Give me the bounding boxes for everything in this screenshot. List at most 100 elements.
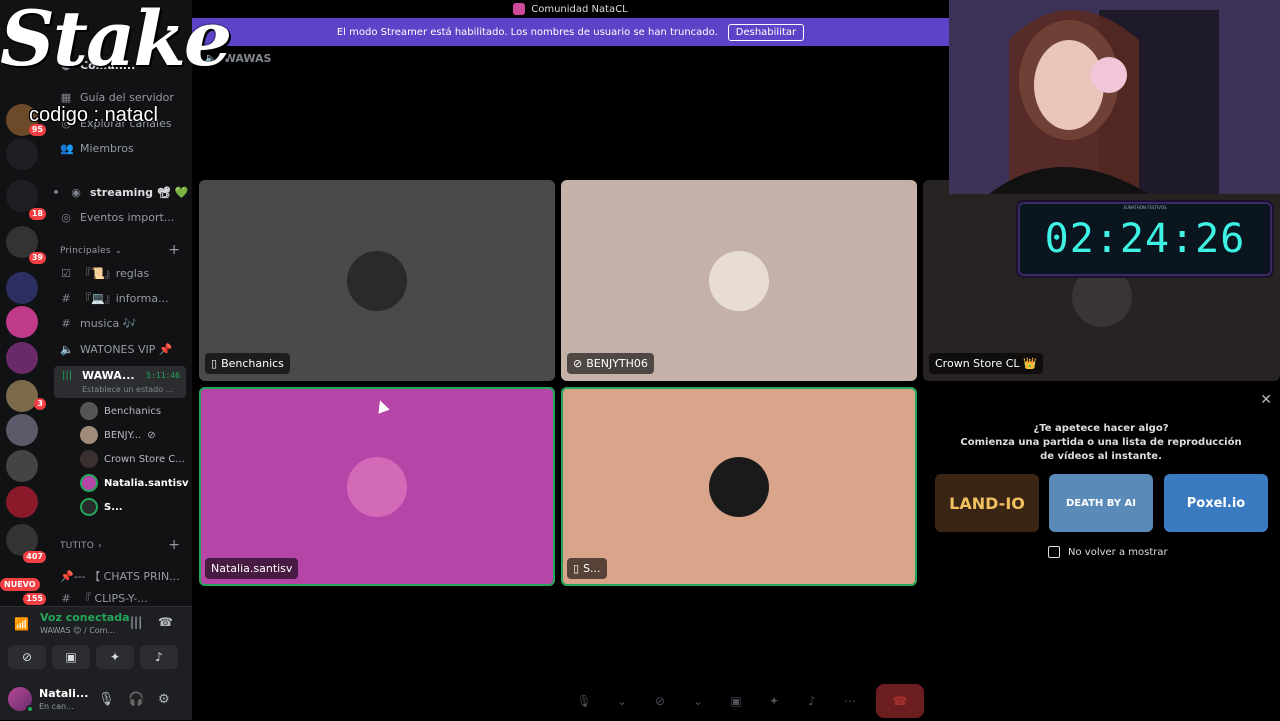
chevron-down-icon[interactable]: ⌄ <box>686 686 710 716</box>
game-card-poxelio[interactable]: Poxel.io <box>1164 474 1268 532</box>
screen-share-icon[interactable]: ▣ <box>724 686 748 716</box>
sponsor-logo: Stake <box>0 0 232 83</box>
new-badge: NUEVO <box>0 578 40 591</box>
phone-icon: ▯ <box>211 357 218 370</box>
category-tutito[interactable]: TUTITO › <box>60 541 102 551</box>
activities-icon: ✦ <box>109 650 121 664</box>
hash-icon: # <box>61 291 71 305</box>
camera-off-icon[interactable]: ⊘ <box>648 686 672 716</box>
server-icon[interactable] <box>6 306 38 338</box>
participant-tile[interactable]: ▯ Benchanics <box>199 180 555 381</box>
channel-sidebar: ● Comun... ▦ Guía del servidor ◎ Explorar c… <box>48 0 192 606</box>
add-channel-icon[interactable]: + <box>168 537 180 553</box>
voice-wave-icon: ||| <box>62 370 73 381</box>
disconnect-icon[interactable]: ☎ <box>158 615 173 629</box>
soundboard-button[interactable]: ♪ <box>140 645 178 669</box>
deafened-icon: ⊘ <box>147 429 156 441</box>
events-channel[interactable]: ◎ Eventos import... <box>60 207 174 227</box>
avatar <box>347 456 407 517</box>
microphone-icon[interactable]: 🎙 <box>572 686 596 716</box>
server-icon[interactable] <box>6 414 38 446</box>
user-bar: Natali... En can... 🎙 🎧 ⚙ <box>0 679 192 721</box>
channel-clips[interactable]: # 『 CLIPS-Y-... <box>60 588 147 606</box>
map-icon: ▦ <box>60 90 72 104</box>
avatar <box>709 250 769 311</box>
channel-watones-vip[interactable]: 🔈 WATONES VIP 📌 <box>60 339 173 359</box>
voice-connected-panel: 📶 Voz conectada WAWAS 😊 / Com... ||| ☎ ⊘… <box>0 606 192 720</box>
avatar <box>80 450 98 468</box>
online-status-icon <box>26 705 34 713</box>
voice-user[interactable]: Crown Store C... <box>80 449 185 469</box>
broadcast-icon: ◉ <box>71 185 81 199</box>
hash-icon: # <box>61 316 71 330</box>
screen-share-button[interactable]: ▣ <box>52 645 90 669</box>
channel-chats-principales[interactable]: 📌--- 【 CHATS PRIN... <box>60 566 180 586</box>
server-icon[interactable] <box>6 450 38 482</box>
headphones-icon[interactable]: 🎧 <box>128 692 144 707</box>
unread-badge: 39 <box>28 252 46 264</box>
game-card-landio[interactable]: LAND-IO <box>935 474 1039 532</box>
deafened-icon: ⊘ <box>573 357 583 370</box>
call-controls: 🎙 ⌄ ⊘ ⌄ ▣ ✦ ♪ ⋯ ☎ <box>572 684 924 718</box>
speaker-icon: 🔈 <box>60 342 74 356</box>
avatar <box>80 474 98 492</box>
checkbox-icon <box>1048 546 1060 558</box>
signal-icon[interactable]: 📶 <box>14 617 29 631</box>
app-logo-icon <box>513 3 526 15</box>
activities-button[interactable]: ✦ <box>96 645 134 669</box>
webcam-image <box>949 0 1280 194</box>
soundboard-icon[interactable]: ♪ <box>800 686 824 716</box>
close-icon[interactable]: ✕ <box>1260 392 1272 408</box>
soundboard-icon: ♪ <box>155 650 163 664</box>
camera-off-button[interactable]: ⊘ <box>8 645 46 669</box>
server-icon[interactable] <box>6 486 38 518</box>
avatar <box>80 402 98 420</box>
participant-tile[interactable]: ▯ S... <box>561 387 917 586</box>
phone-icon: ▯ <box>573 562 580 575</box>
folder-icon[interactable] <box>6 272 38 304</box>
camera-off-icon: ⊘ <box>21 650 33 664</box>
server-icon[interactable] <box>6 342 38 374</box>
channel-reglas[interactable]: ☑ 『📜』reglas <box>60 263 149 283</box>
server-icon[interactable] <box>6 380 38 412</box>
participant-tile[interactable]: Natalia.santisv <box>199 387 555 586</box>
voice-user[interactable]: Natalia.santisv <box>80 473 189 493</box>
chevron-down-icon[interactable]: ⌄ <box>610 686 634 716</box>
activity-suggestion-card: ✕ ¿Te apetece hacer algo? Comienza una p… <box>922 390 1280 570</box>
category-principales[interactable]: Principales ⌄ <box>60 246 123 256</box>
channel-musica[interactable]: # musica 🎶 <box>60 313 136 333</box>
unread-badge: 3 <box>34 398 46 410</box>
dont-show-again-checkbox[interactable]: No volver a mostrar <box>1048 546 1168 558</box>
game-card-death-by-ai[interactable]: DEATH BY AI <box>1049 474 1153 532</box>
streaming-channel[interactable]: • ◉ streaming 📽 💚 <box>50 182 188 202</box>
participant-label: Natalia.santisv <box>205 558 299 579</box>
server-icon[interactable] <box>6 138 38 170</box>
unread-badge: 18 <box>28 208 46 220</box>
participant-label: ⊘ BENJYTH06 <box>567 353 654 374</box>
hang-up-button[interactable]: ☎ <box>876 684 924 718</box>
window-title-bar: Comunidad NataCL <box>192 0 949 18</box>
noise-suppression-icon[interactable]: ||| <box>130 615 142 629</box>
activities-icon[interactable]: ✦ <box>762 686 786 716</box>
more-icon[interactable]: ⋯ <box>838 686 862 716</box>
add-channel-icon[interactable]: + <box>168 242 180 258</box>
promo-code-text: codigo : natacl <box>29 104 158 126</box>
avatar <box>347 250 407 311</box>
disable-streamer-mode-button[interactable]: Deshabilitar <box>727 23 805 41</box>
channel-informacion[interactable]: # 『💻』informa... <box>60 288 168 308</box>
participant-tile[interactable]: ⊘ BENJYTH06 <box>561 180 917 381</box>
settings-gear-icon[interactable]: ⚙ <box>158 692 170 707</box>
screen-share-icon: ▣ <box>65 650 77 664</box>
participant-label: Crown Store CL 👑 <box>929 353 1043 374</box>
voice-user[interactable]: S... <box>80 497 123 517</box>
microphone-icon[interactable]: 🎙 <box>98 692 115 707</box>
chevron-down-icon: ⌄ <box>114 246 123 256</box>
streamer-mode-banner: El modo Streamer está habilitado. Los no… <box>192 18 949 46</box>
avatar <box>80 426 98 444</box>
nav-members[interactable]: 👥 Miembros <box>60 138 134 158</box>
voice-user[interactable]: Benchanics <box>80 401 161 421</box>
voice-user[interactable]: BENJY... ⊘ <box>80 425 156 445</box>
chevron-right-icon: › <box>98 541 102 551</box>
voice-channel-wawas[interactable]: ||| WAWA... 5:11:46 Establece un estado … <box>54 366 186 398</box>
discord-app: 95 18 39 3 407 NUEVO 155 ● Comun... ▦ Guía… <box>0 0 1280 720</box>
